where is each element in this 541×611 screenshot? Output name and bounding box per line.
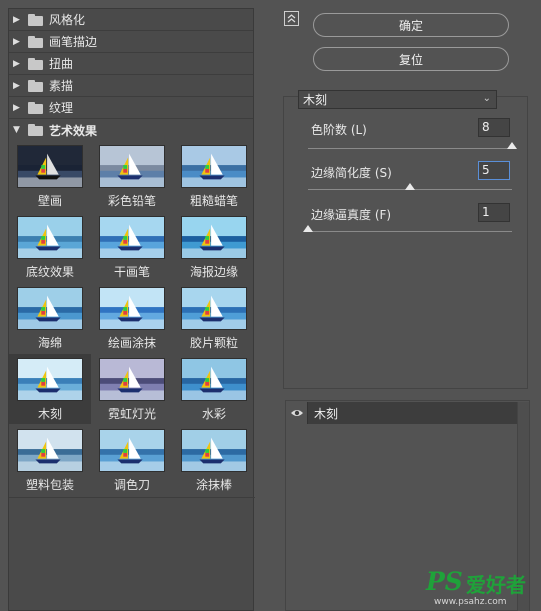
category-artistic[interactable]: ▼ 艺术效果: [9, 119, 253, 141]
filter-preview-image: [181, 287, 247, 330]
filter-name: 塑料包装: [25, 478, 74, 492]
edge-simplicity-label: 边缘简化度 (S): [311, 166, 392, 180]
chevron-down-icon: ⌄: [482, 93, 491, 104]
category-brush-strokes[interactable]: ▶ 画笔描边: [9, 31, 253, 53]
filter-name: 胶片颗粒: [189, 336, 238, 350]
filter-preview-image: [181, 429, 247, 472]
filter-preview-image: [99, 216, 165, 259]
filter-preview-image: [99, 287, 165, 330]
filter-thumb-item[interactable]: 绘画涂抹: [91, 283, 173, 353]
filter-preview-image: [181, 145, 247, 188]
levels-slider-track[interactable]: [308, 148, 512, 149]
edge-fidelity-slider-handle[interactable]: [303, 225, 313, 232]
filter-thumb-item[interactable]: 干画笔: [91, 212, 173, 282]
filter-preview-image: [17, 429, 83, 472]
filter-preview-image: [17, 145, 83, 188]
eye-icon[interactable]: [286, 402, 308, 424]
filter-name: 彩色铅笔: [107, 194, 156, 208]
category-distort[interactable]: ▶ 扭曲: [9, 53, 253, 75]
category-label: 素描: [49, 79, 74, 93]
filter-thumb-item[interactable]: 木刻: [9, 354, 91, 424]
filter-type-select[interactable]: 木刻 ⌄: [298, 90, 497, 109]
filter-thumbnail-grid: 壁画 彩色铅笔 粗糙蜡笔底纹效果 干画笔 海报边缘海绵 绘画涂抹 胶片颗粒木刻 霓虹灯光 水彩塑…: [9, 141, 255, 492]
folder-icon: [28, 101, 46, 114]
filter-name: 壁画: [37, 194, 62, 208]
filter-thumb-item[interactable]: 壁画: [9, 141, 91, 211]
filter-thumb-item[interactable]: 海报边缘: [173, 212, 255, 282]
category-label: 风格化: [49, 13, 86, 27]
folder-icon: [28, 79, 46, 92]
filter-name: 绘画涂抹: [107, 336, 156, 350]
collapse-icon[interactable]: [284, 11, 299, 26]
category-sketch[interactable]: ▶ 素描: [9, 75, 253, 97]
filter-thumb-item[interactable]: 海绵: [9, 283, 91, 353]
filter-select-value: 木刻: [303, 93, 328, 107]
category-label: 艺术效果: [49, 123, 98, 138]
filter-name: 木刻: [37, 407, 62, 421]
edge-fidelity-slider-track[interactable]: [308, 231, 512, 232]
filter-thumb-item[interactable]: 调色刀: [91, 425, 173, 495]
filter-name: 海绵: [37, 336, 62, 350]
filter-name: 涂抹棒: [195, 478, 232, 492]
ok-button[interactable]: 确定: [313, 13, 509, 37]
category-label: 画笔描边: [49, 35, 98, 49]
edge-simplicity-slider-handle[interactable]: [405, 183, 415, 190]
watermark-ps: PS: [426, 567, 463, 596]
filter-preview-image: [17, 358, 83, 401]
expand-arrow-icon: ▶: [13, 80, 20, 91]
filter-name: 水彩: [201, 407, 226, 421]
collapse-arrow-icon: ▼: [13, 125, 20, 135]
filter-name: 霓虹灯光: [107, 407, 156, 421]
expand-arrow-icon: ▶: [13, 14, 20, 25]
filter-thumb-item[interactable]: 粗糙蜡笔: [173, 141, 255, 211]
levels-input[interactable]: 8: [478, 118, 510, 137]
filter-preview-image: [181, 358, 247, 401]
expand-arrow-icon: ▶: [13, 102, 20, 113]
filter-name: 调色刀: [113, 478, 150, 492]
watermark-url: www.psahz.com: [434, 597, 507, 607]
folder-icon: [28, 35, 46, 48]
filter-settings-panel: [283, 96, 528, 389]
filter-thumb-item[interactable]: 塑料包装: [9, 425, 91, 495]
edge-simplicity-input[interactable]: 5: [478, 161, 510, 180]
filter-name: 海报边缘: [189, 265, 238, 279]
filter-thumb-item[interactable]: 霓虹灯光: [91, 354, 173, 424]
effect-layer-name: 木刻: [314, 406, 339, 421]
watermark-text: 爱好者: [466, 573, 526, 597]
filter-gallery-panel: ▶ 风格化 ▶ 画笔描边 ▶ 扭曲 ▶ 素描 ▶ 纹理 ▼ 艺术效果 壁画 彩色铅…: [8, 8, 255, 611]
folder-icon: [28, 13, 46, 26]
filter-preview-image: [17, 216, 83, 259]
filter-thumb-item[interactable]: 彩色铅笔: [91, 141, 173, 211]
watermark-logo: PS 爱好者 www.psahz.com: [424, 567, 536, 607]
filter-thumb-item[interactable]: 胶片颗粒: [173, 283, 255, 353]
filter-name: 底纹效果: [25, 265, 74, 279]
divider: [9, 497, 255, 498]
filter-preview-image: [99, 358, 165, 401]
filter-name: 粗糙蜡笔: [189, 194, 238, 208]
reset-button[interactable]: 复位: [313, 47, 509, 71]
levels-slider-handle[interactable]: [507, 142, 517, 149]
expand-arrow-icon: ▶: [13, 36, 20, 47]
filter-preview-image: [17, 287, 83, 330]
edge-fidelity-input[interactable]: 1: [478, 203, 510, 222]
filter-preview-image: [181, 216, 247, 259]
edge-fidelity-label: 边缘逼真度 (F): [311, 208, 392, 222]
filter-thumb-item[interactable]: 水彩: [173, 354, 255, 424]
levels-label: 色阶数 (L): [311, 123, 367, 137]
filter-preview-image: [99, 145, 165, 188]
category-label: 纹理: [49, 101, 74, 115]
category-texture[interactable]: ▶ 纹理: [9, 97, 253, 119]
effect-layer-row[interactable]: 木刻: [286, 402, 517, 424]
expand-arrow-icon: ▶: [13, 58, 20, 69]
filter-thumb-item[interactable]: 涂抹棒: [173, 425, 255, 495]
folder-icon: [28, 124, 46, 136]
category-stylize[interactable]: ▶ 风格化: [9, 9, 253, 31]
category-label: 扭曲: [49, 57, 74, 71]
filter-name: 干画笔: [113, 265, 150, 279]
folder-icon: [28, 57, 46, 70]
filter-preview-image: [99, 429, 165, 472]
filter-thumb-item[interactable]: 底纹效果: [9, 212, 91, 282]
